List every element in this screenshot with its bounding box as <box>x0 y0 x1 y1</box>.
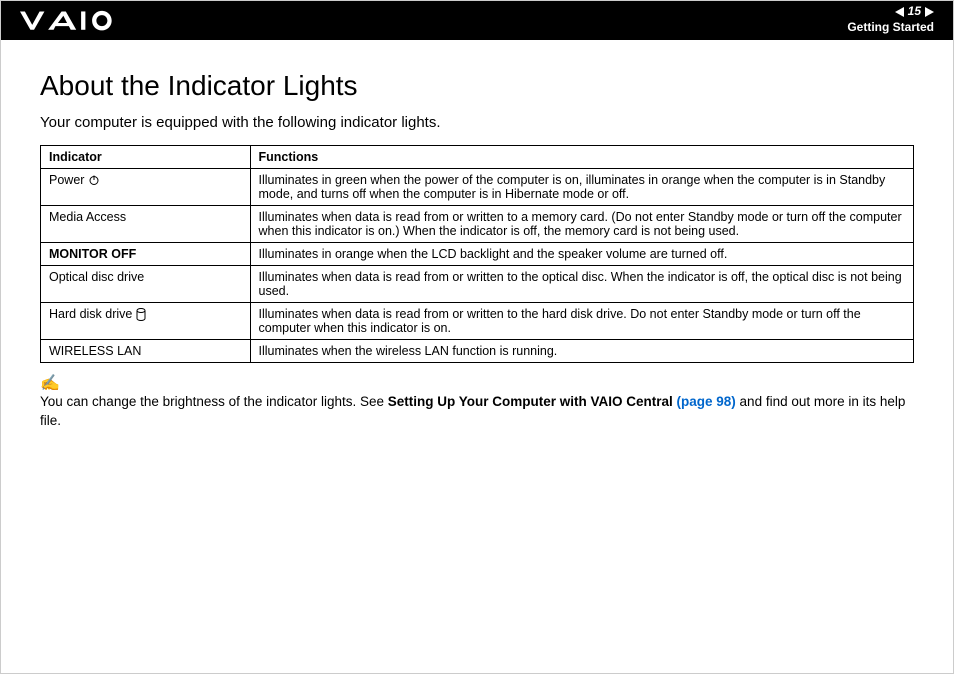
note-bold: Setting Up Your Computer with VAIO Centr… <box>388 394 677 409</box>
section-name: Getting Started <box>847 20 934 36</box>
indicator-label: WIRELESS LAN <box>49 344 141 358</box>
th-functions: Functions <box>250 146 913 169</box>
indicator-label: Hard disk drive <box>49 307 132 321</box>
indicator-label: Media Access <box>49 210 126 224</box>
intro-text: Your computer is equipped with the follo… <box>40 114 914 131</box>
indicator-cell: WIRELESS LAN <box>41 340 251 363</box>
page-title: About the Indicator Lights <box>40 70 914 102</box>
functions-cell: Illuminates when data is read from or wr… <box>250 206 913 243</box>
indicator-cell: Power <box>41 169 251 206</box>
page-navigation: 15 <box>895 4 934 20</box>
indicator-label: MONITOR OFF <box>49 247 136 261</box>
note-page-link[interactable]: (page 98) <box>677 394 736 409</box>
indicator-label: Optical disc drive <box>49 270 144 284</box>
table-row: WIRELESS LAN Illuminates when the wireles… <box>41 340 914 363</box>
vaio-logo <box>20 9 118 31</box>
hard-disk-icon <box>136 308 146 321</box>
header-bar: 15 Getting Started <box>0 0 954 40</box>
table-row: MONITOR OFF Illuminates in orange when th… <box>41 243 914 266</box>
power-icon <box>88 174 100 186</box>
functions-cell: Illuminates in green when the power of t… <box>250 169 913 206</box>
indicator-cell: Media Access <box>41 206 251 243</box>
page-content: About the Indicator Lights Your computer… <box>0 40 954 451</box>
page-number: 15 <box>908 4 921 20</box>
table-row: Hard disk drive Illuminates when data is … <box>41 303 914 340</box>
table-row: Optical disc drive Illuminates when data … <box>41 266 914 303</box>
indicator-cell: Optical disc drive <box>41 266 251 303</box>
indicator-label: Power <box>49 173 84 187</box>
th-indicator: Indicator <box>41 146 251 169</box>
functions-cell: Illuminates when data is read from or wr… <box>250 266 913 303</box>
indicator-table: Indicator Functions Power Illuminates in … <box>40 145 914 363</box>
table-row: Media Access Illuminates when data is rea… <box>41 206 914 243</box>
next-page-icon[interactable] <box>925 7 934 17</box>
note-block: ✍ You can change the brightness of the i… <box>40 373 914 431</box>
note-icon: ✍ <box>40 373 914 395</box>
functions-cell: Illuminates when data is read from or wr… <box>250 303 913 340</box>
indicator-cell: Hard disk drive <box>41 303 251 340</box>
indicator-cell: MONITOR OFF <box>41 243 251 266</box>
table-row: Power Illuminates in green when the power… <box>41 169 914 206</box>
prev-page-icon[interactable] <box>895 7 904 17</box>
note-prefix: You can change the brightness of the ind… <box>40 394 388 409</box>
functions-cell: Illuminates in orange when the LCD backl… <box>250 243 913 266</box>
header-right: 15 Getting Started <box>847 4 934 35</box>
functions-cell: Illuminates when the wireless LAN functi… <box>250 340 913 363</box>
